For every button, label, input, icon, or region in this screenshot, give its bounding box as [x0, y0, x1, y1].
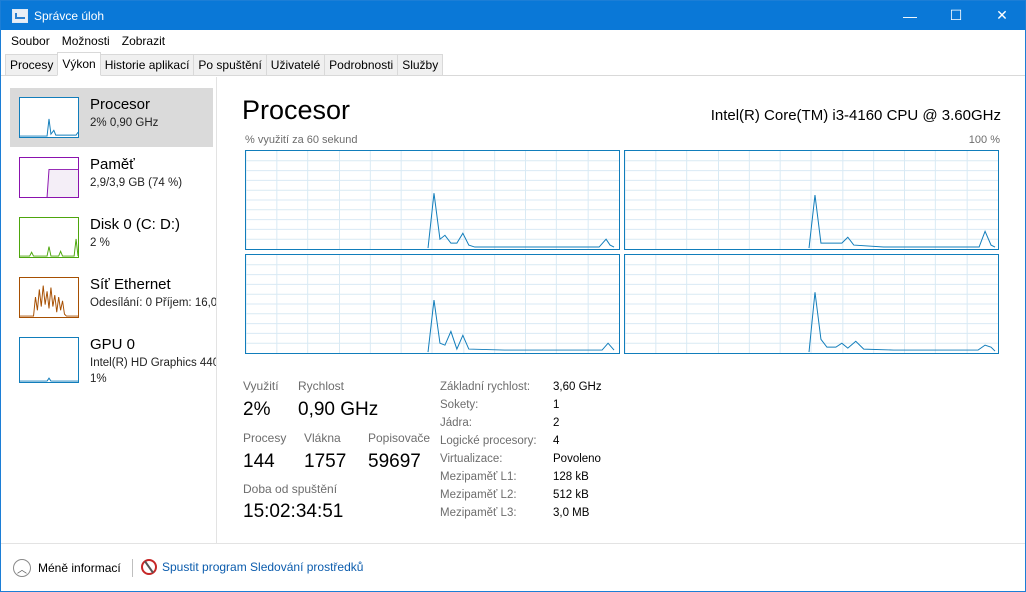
uptime-value: 15:02:34:51 — [243, 501, 344, 522]
resource-sidebar: Procesor 2% 0,90 GHz Paměť 2,9/3,9 GB (7… — [1, 77, 217, 543]
info-value: 512 kB — [553, 489, 589, 501]
page-title: Procesor — [242, 95, 351, 125]
divider — [132, 559, 133, 577]
info-row: Jádra: 2 — [440, 414, 602, 432]
threads-label: Vlákna — [304, 431, 341, 445]
speed-label: Rychlost — [298, 379, 345, 393]
chevron-up-icon: ︿ — [13, 559, 31, 577]
sidebar-item-detail: 2 % — [90, 237, 110, 249]
sidebar-item-memory[interactable]: Paměť 2,9/3,9 GB (74 %) — [10, 148, 213, 207]
sidebar-item-gpu[interactable]: GPU 0 Intel(R) HD Graphics 440 1% — [10, 328, 216, 387]
menu-options[interactable]: Možnosti — [56, 34, 116, 48]
sidebar-item-detail: 2,9/3,9 GB (74 %) — [90, 177, 183, 189]
fewer-details-button[interactable]: ︿ Méně informací — [13, 559, 121, 577]
cpu-core-graph-3 — [624, 254, 999, 354]
task-manager-icon — [12, 8, 28, 23]
title-bar: Správce úloh — ☐ ✕ — [1, 1, 1025, 30]
info-key: Virtualizace: — [440, 453, 503, 465]
sidebar-item-label: Síť Ethernet — [90, 276, 171, 293]
tab-performance[interactable]: Výkon — [57, 52, 101, 76]
close-button[interactable]: ✕ — [979, 1, 1025, 30]
minimize-button[interactable]: — — [887, 1, 933, 30]
tab-details[interactable]: Podrobnosti — [324, 54, 399, 75]
tab-services[interactable]: Služby — [397, 54, 444, 75]
resource-monitor-label: Spustit program Sledování prostředků — [162, 560, 364, 574]
handles-value: 59697 — [368, 451, 421, 472]
tab-startup[interactable]: Po spuštění — [193, 54, 267, 75]
info-row: Mezipaměť L1: 128 kB — [440, 468, 602, 486]
tab-bar: Procesy Výkon Historie aplikací Po spušt… — [1, 52, 1025, 76]
menu-view[interactable]: Zobrazit — [116, 34, 171, 48]
sidebar-item-detail: Odesílání: 0 Příjem: 16,0 — [90, 297, 217, 309]
graph-caption: % využití za 60 sekund — [245, 134, 358, 146]
info-value: 128 kB — [553, 471, 589, 483]
speed-value: 0,90 GHz — [298, 399, 379, 420]
info-key: Sokety: — [440, 399, 479, 411]
threads-value: 1757 — [304, 451, 347, 472]
disk-mini-graph — [19, 217, 79, 258]
graph-max-label: 100 % — [968, 134, 1000, 146]
cpu-info-table: Základní rychlost: 3,60 GHz Sokety: 1 Jádr… — [440, 378, 602, 522]
info-key: Logické procesory: — [440, 435, 537, 447]
info-value: 1 — [553, 399, 560, 411]
sidebar-item-label: GPU 0 — [90, 336, 136, 353]
info-row: Logické procesory: 4 — [440, 432, 602, 450]
utilization-label: Využití — [243, 379, 279, 393]
info-value: Povoleno — [553, 453, 601, 465]
sidebar-item-label: Procesor — [90, 96, 151, 113]
sidebar-item-network[interactable]: Síť Ethernet Odesílání: 0 Příjem: 16,0 — [10, 268, 216, 327]
sidebar-item-cpu[interactable]: Procesor 2% 0,90 GHz — [10, 88, 213, 147]
info-row: Mezipaměť L3: 3,0 MB — [440, 504, 602, 522]
processes-label: Procesy — [243, 431, 287, 445]
cpu-mini-graph — [19, 97, 79, 138]
performance-panel: Procesor Intel(R) Core(TM) i3-4160 CPU @… — [218, 77, 1025, 543]
resource-monitor-icon — [141, 559, 157, 575]
info-key: Mezipaměť L2: — [440, 489, 517, 501]
sidebar-item-label: Disk 0 (C: D:) — [90, 216, 180, 233]
info-row: Základní rychlost: 3,60 GHz — [440, 378, 602, 396]
info-key: Jádra: — [440, 417, 472, 429]
fewer-details-label: Méně informací — [38, 561, 121, 575]
info-value: 4 — [553, 435, 560, 447]
cpu-model-name: Intel(R) Core(TM) i3-4160 CPU @ 3.60GHz — [710, 107, 1001, 124]
maximize-button[interactable]: ☐ — [933, 1, 979, 30]
cpu-core-graph-0 — [245, 150, 620, 250]
info-key: Mezipaměť L1: — [440, 471, 517, 483]
memory-mini-graph — [19, 157, 79, 198]
tab-app-history[interactable]: Historie aplikací — [99, 54, 195, 75]
uptime-label: Doba od spuštění — [243, 482, 338, 496]
info-value: 3,60 GHz — [553, 381, 602, 393]
info-row: Mezipaměť L2: 512 kB — [440, 486, 602, 504]
processes-value: 144 — [243, 451, 275, 472]
info-row: Virtualizace: Povoleno — [440, 450, 602, 468]
gpu-mini-graph — [19, 337, 79, 383]
info-value: 2 — [553, 417, 560, 429]
info-value: 3,0 MB — [553, 507, 590, 519]
cpu-core-graph-1 — [624, 150, 999, 250]
info-key: Základní rychlost: — [440, 381, 531, 393]
window-title: Správce úloh — [34, 8, 105, 23]
menu-bar: Soubor Možnosti Zobrazit — [1, 30, 1025, 51]
open-resource-monitor-link[interactable]: Spustit program Sledování prostředků — [141, 559, 363, 575]
tab-processes[interactable]: Procesy — [5, 54, 59, 75]
utilization-value: 2% — [243, 399, 271, 420]
footer: ︿ Méně informací Spustit program Sledová… — [1, 543, 1025, 591]
sidebar-item-detail: Intel(R) HD Graphics 440 — [90, 357, 217, 369]
menu-file[interactable]: Soubor — [5, 34, 56, 48]
info-row: Sokety: 1 — [440, 396, 602, 414]
tab-users[interactable]: Uživatelé — [265, 54, 326, 75]
network-mini-graph — [19, 277, 79, 318]
sidebar-item-label: Paměť — [90, 156, 135, 173]
sidebar-item-detail-2: 1% — [90, 373, 107, 385]
handles-label: Popisovače — [368, 431, 431, 445]
sidebar-item-disk[interactable]: Disk 0 (C: D:) 2 % — [10, 208, 213, 267]
cpu-core-graph-2 — [245, 254, 620, 354]
info-key: Mezipaměť L3: — [440, 507, 517, 519]
sidebar-item-detail: 2% 0,90 GHz — [90, 117, 159, 129]
